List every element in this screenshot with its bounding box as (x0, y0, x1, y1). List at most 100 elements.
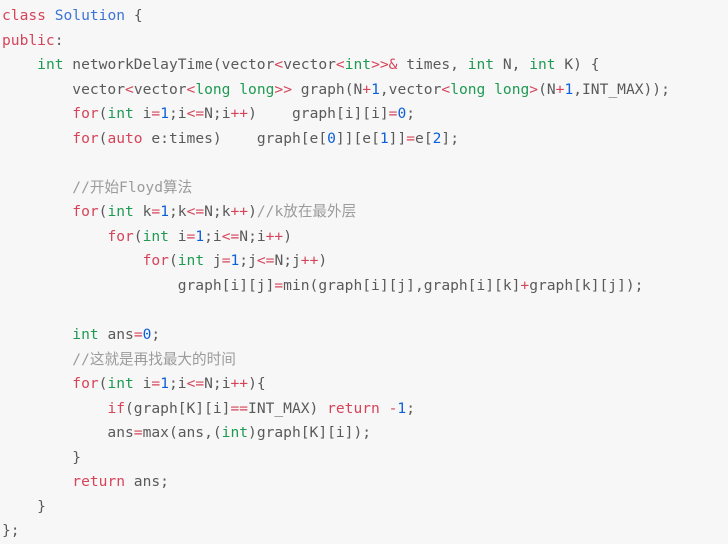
code-token-num: 1 (160, 203, 169, 221)
code-token-pln: ) (318, 252, 328, 270)
code-token-num: 0 (327, 129, 336, 147)
code-token-pln: ]] (388, 129, 407, 147)
code-token-typ: int (467, 56, 495, 74)
code-token-op: <= (256, 252, 275, 270)
code-token-op: < (186, 80, 196, 98)
code-token-pln: vector (133, 80, 187, 98)
code-token-pln: ]; (441, 129, 459, 147)
code-token-pln: networkDelayTime(vector (63, 56, 275, 74)
code-token-num: 1 (160, 105, 169, 123)
code-token-op: < (125, 80, 134, 98)
code-line: vector<vector<long long>> graph(N+1,vect… (2, 78, 728, 103)
code-token-pln: ( (133, 227, 143, 245)
code-token-pln: ]][e[ (335, 129, 380, 147)
code-line: } (2, 446, 728, 471)
code-token-pln: N;i (239, 227, 266, 245)
code-token-typ: int (72, 326, 99, 344)
code-token-pln (2, 130, 72, 147)
code-token-typ: int (107, 375, 134, 393)
code-token-op: = (274, 277, 284, 295)
code-token-op: > (529, 80, 539, 98)
code-token-pln: vector (283, 56, 336, 74)
code-token-pln: N, (494, 56, 530, 74)
code-token-cmt: //开始Floyd算法 (72, 178, 193, 196)
code-token-kw: for (142, 252, 169, 270)
code-token-pln: N;j (274, 252, 301, 270)
code-line: }; (2, 519, 728, 544)
code-token-pln (2, 252, 143, 269)
code-line: for(int k=1;k<=N;k++)//k放在最外层 (2, 200, 728, 225)
code-token-pln (2, 203, 72, 220)
code-block[interactable]: class Solution {public: int networkDelay… (0, 0, 728, 544)
code-token-op: + (520, 277, 530, 295)
code-token-typ: int (529, 56, 556, 74)
code-token-pln: ) graph[i][i] (248, 105, 389, 123)
code-token-op: ++ (230, 375, 249, 393)
code-token-op: <= (186, 105, 205, 123)
code-token-op: = (186, 227, 196, 245)
code-line: for(auto e:times) graph[e[0]][e[1]]=e[2]… (2, 127, 728, 152)
code-token-pln: ) (283, 227, 293, 245)
code-token-num: 1 (564, 80, 574, 98)
code-token-op: + (362, 80, 372, 98)
code-token-typ: int (221, 424, 249, 442)
code-token-pln (2, 228, 107, 245)
code-line: } (2, 495, 728, 520)
code-token-pln: min(graph[i][j],graph[i][k] (283, 277, 521, 295)
code-token-pln: N;k (204, 203, 231, 221)
code-token-op: >> (274, 80, 292, 98)
code-token-num: 1 (230, 252, 240, 270)
code-token-typ: int (37, 56, 64, 74)
code-token-pln: graph[k][j]); (529, 277, 644, 295)
code-token-pln: (graph[K][i] (125, 399, 231, 417)
code-token-kw: class (2, 7, 46, 24)
code-line: ​ (2, 151, 728, 176)
code-token-pln: }; (2, 522, 20, 540)
code-token-pln: i (168, 227, 187, 245)
code-line: ​ (2, 299, 728, 324)
code-token-op: ++ (230, 203, 249, 221)
code-token-pln: INT_MAX) (248, 399, 328, 417)
code-token-kw: return (327, 399, 380, 417)
code-token-typ: int (107, 203, 134, 221)
code-token-pln: } (2, 448, 82, 466)
code-token-num: 1 (397, 399, 407, 417)
code-token-pln: ,vector (379, 80, 442, 98)
code-line: if(graph[K][i]==INT_MAX) return -1; (2, 397, 728, 422)
code-token-typ: long long (450, 80, 530, 98)
code-token-kw: for (72, 105, 99, 123)
code-token-pln: i (133, 105, 152, 123)
code-token-kw: for (107, 227, 134, 245)
code-token-op: ++ (300, 252, 319, 270)
code-token-typ: int (177, 252, 205, 270)
code-token-op: <= (221, 227, 240, 245)
code-token-op: <= (186, 203, 205, 221)
code-token-pln (2, 179, 72, 196)
code-token-cmt: //k放在最外层 (256, 203, 357, 221)
code-token-typ: long long (195, 80, 275, 98)
code-token-pln (46, 7, 55, 24)
code-token-pln: vector (2, 80, 126, 98)
code-token-pln: N;i (204, 375, 231, 393)
code-token-op: < (441, 80, 451, 98)
code-token-kw: for (72, 375, 99, 393)
code-token-pln: ans (2, 424, 134, 442)
code-token-kw: auto (107, 129, 143, 147)
code-token-num: 0 (397, 105, 407, 123)
code-token-pln: ;k (168, 203, 187, 221)
code-token-pln (2, 56, 37, 73)
code-token-kw: for (72, 129, 99, 147)
code-token-typ: int (142, 227, 169, 245)
code-token-op: = (406, 129, 416, 147)
code-token-op: = (133, 326, 143, 344)
code-token-pln: ,INT_MAX)); (573, 80, 670, 98)
code-token-pln: ;j (239, 252, 257, 270)
code-token-pln: ; (151, 326, 161, 344)
code-token-pln: ; (406, 399, 416, 417)
code-token-pln: ;i (168, 105, 187, 123)
code-token-pln: : (54, 31, 64, 49)
code-token-kw: public (2, 31, 55, 49)
code-token-pln: ( (168, 252, 178, 270)
code-token-pln (2, 326, 72, 343)
code-token-pln: e:times) graph[e[ (142, 129, 328, 147)
